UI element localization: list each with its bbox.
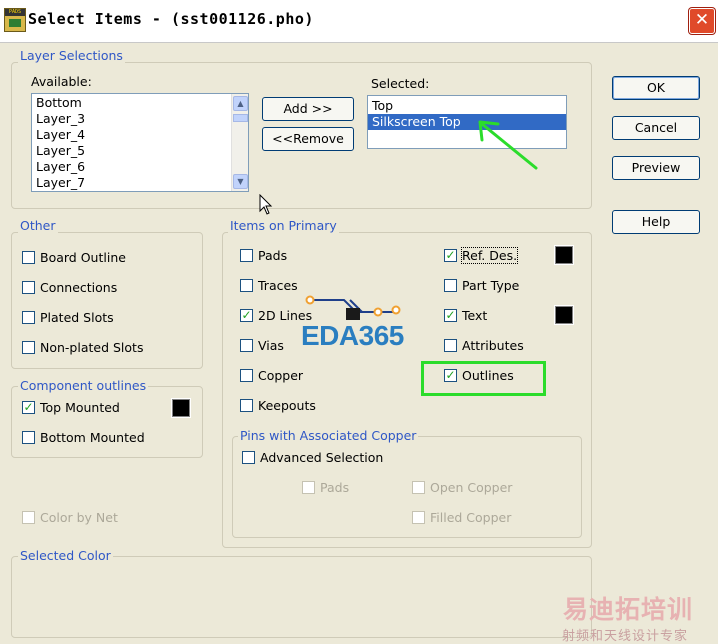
text-checkbox[interactable]: ✓ xyxy=(444,309,457,322)
copper-label: Copper xyxy=(258,368,304,383)
eda365-watermark-logo: EDA365 xyxy=(301,320,404,351)
open-copper-label: Open Copper xyxy=(430,480,513,495)
connections-checkbox[interactable] xyxy=(22,281,35,294)
watermark-subtitle: 射频和天线设计专家 xyxy=(562,629,689,644)
copper-checkbox[interactable] xyxy=(240,369,253,382)
pins-copper-label: Pins with Associated Copper xyxy=(238,428,419,443)
list-item[interactable]: Bottom xyxy=(32,95,232,111)
advanced-selection-checkbox[interactable] xyxy=(242,451,255,464)
text-label: Text xyxy=(462,308,488,323)
pads-checkbox[interactable] xyxy=(240,249,253,262)
color-by-net-checkbox[interactable] xyxy=(22,511,35,524)
connections-label: Connections xyxy=(40,280,118,295)
window-title: Select Items - (sst001126.pho) xyxy=(28,10,314,28)
ref-des-color-swatch[interactable] xyxy=(555,246,573,264)
top-mounted-color-swatch[interactable] xyxy=(172,399,190,417)
green-arrow-icon xyxy=(478,120,538,170)
keepouts-label: Keepouts xyxy=(258,398,316,413)
available-listbox[interactable]: Bottom Layer_3 Layer_4 Layer_5 Layer_6 L… xyxy=(31,93,249,192)
open-copper-checkbox[interactable] xyxy=(412,481,425,494)
other-label: Other xyxy=(18,218,58,233)
vias-checkbox[interactable] xyxy=(240,339,253,352)
list-item[interactable]: Layer_3 xyxy=(32,111,232,127)
scroll-thumb[interactable] xyxy=(233,114,248,122)
selected-color-label: Selected Color xyxy=(18,548,113,563)
close-button[interactable]: ✕ xyxy=(689,8,715,34)
available-scrollbar[interactable]: ▲ ▼ xyxy=(231,94,248,191)
vias-label: Vias xyxy=(258,338,284,353)
cancel-button[interactable]: Cancel xyxy=(612,116,700,140)
part-type-checkbox[interactable] xyxy=(444,279,457,292)
list-item[interactable]: Layer_4 xyxy=(32,127,232,143)
ref-des-label: Ref. Des. xyxy=(460,247,519,264)
watermark-title: 易迪拓培训 xyxy=(563,595,694,624)
attributes-label: Attributes xyxy=(462,338,524,353)
add-button[interactable]: Add >> xyxy=(262,97,354,121)
advanced-selection-label: Advanced Selection xyxy=(260,450,384,465)
bottom-mounted-label: Bottom Mounted xyxy=(40,430,145,445)
bottom-mounted-checkbox[interactable] xyxy=(22,431,35,444)
part-type-label: Part Type xyxy=(462,278,520,293)
attributes-checkbox[interactable] xyxy=(444,339,457,352)
selected-label: Selected: xyxy=(371,76,430,91)
layer-selections-label: Layer Selections xyxy=(18,48,125,63)
mouse-cursor-icon xyxy=(259,194,273,215)
2d-lines-checkbox[interactable]: ✓ xyxy=(240,309,253,322)
ok-button[interactable]: OK xyxy=(612,76,700,100)
filled-copper-checkbox[interactable] xyxy=(412,511,425,524)
list-item[interactable]: Layer_6 xyxy=(32,159,232,175)
component-outlines-label: Component outlines xyxy=(18,378,149,393)
scroll-up-icon[interactable]: ▲ xyxy=(233,96,248,111)
non-plated-slots-label: Non-plated Slots xyxy=(40,340,144,355)
available-label: Available: xyxy=(31,74,92,89)
list-item[interactable]: Layer_7 xyxy=(32,175,232,191)
keepouts-checkbox[interactable] xyxy=(240,399,253,412)
app-icon-text: PADS xyxy=(5,9,25,16)
ref-des-checkbox[interactable]: ✓ xyxy=(444,249,457,262)
pins-pads-label: Pads xyxy=(320,480,350,495)
preview-button[interactable]: Preview xyxy=(612,156,700,180)
board-outline-label: Board Outline xyxy=(40,250,126,265)
filled-copper-label: Filled Copper xyxy=(430,510,512,525)
help-button[interactable]: Help xyxy=(612,210,700,234)
circuit-trace-icon xyxy=(305,295,401,320)
outlines-checkbox[interactable]: ✓ xyxy=(444,369,457,382)
outlines-label: Outlines xyxy=(462,368,514,383)
pins-pads-checkbox[interactable] xyxy=(302,481,315,494)
remove-button[interactable]: <<Remove xyxy=(262,127,354,151)
selected-color-group xyxy=(11,556,592,638)
non-plated-slots-checkbox[interactable] xyxy=(22,341,35,354)
plated-slots-label: Plated Slots xyxy=(40,310,114,325)
title-bar[interactable]: PADS Select Items - (sst001126.pho) ✕ xyxy=(0,0,718,43)
board-outline-checkbox[interactable] xyxy=(22,251,35,264)
scroll-down-icon[interactable]: ▼ xyxy=(233,174,248,189)
text-color-swatch[interactable] xyxy=(555,306,573,324)
pads-app-icon: PADS xyxy=(4,8,26,32)
color-by-net-label: Color by Net xyxy=(40,510,118,525)
traces-checkbox[interactable] xyxy=(240,279,253,292)
items-on-primary-label: Items on Primary xyxy=(228,218,339,233)
pads-label: Pads xyxy=(258,248,288,263)
component-outlines-group xyxy=(11,386,203,458)
top-mounted-checkbox[interactable]: ✓ xyxy=(22,401,35,414)
list-item[interactable]: Layer_5 xyxy=(32,143,232,159)
top-mounted-label: Top Mounted xyxy=(40,400,120,415)
plated-slots-checkbox[interactable] xyxy=(22,311,35,324)
traces-label: Traces xyxy=(258,278,298,293)
